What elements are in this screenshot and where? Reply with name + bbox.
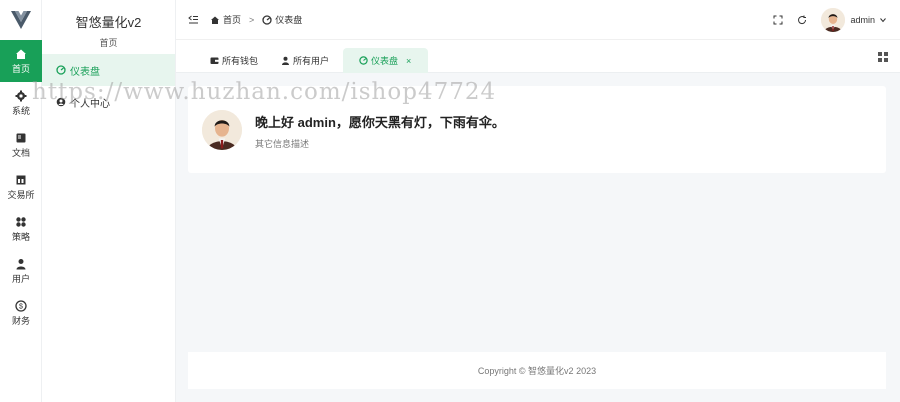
header-actions: admin	[773, 0, 886, 40]
tabs-bar: 所有钱包 所有用户 仪表盘 ×	[176, 40, 900, 73]
submenu-item-profile[interactable]: 个人中心	[42, 86, 175, 118]
user-circle-icon	[56, 97, 66, 107]
avatar	[202, 110, 242, 150]
rail-item-label: 财务	[11, 315, 30, 326]
rail-item-home[interactable]: 首页	[0, 40, 42, 82]
tab-close-icon[interactable]: ×	[406, 56, 411, 66]
welcome-card: 晚上好 admin，愿你天黑有灯，下雨有伞。 其它信息描述	[188, 86, 886, 173]
building-icon	[16, 175, 26, 184]
submenu-item-label: 仪表盘	[70, 66, 100, 78]
tab-label: 仪表盘	[371, 56, 399, 66]
top-header: 首页 > 仪表盘 admin	[176, 0, 900, 40]
rail-item-label: 用户	[11, 273, 30, 284]
rail-item-system[interactable]: 系统	[0, 82, 42, 124]
copyright-text: Copyright © 智悠量化v2 2023	[477, 366, 597, 376]
dashboard-icon	[262, 14, 272, 25]
page-footer: Copyright © 智悠量化v2 2023	[188, 352, 886, 389]
breadcrumb-separator: >	[249, 14, 255, 25]
book-icon	[16, 133, 26, 142]
icon-rail: 首页 系统 文档 交易所 策略 用户 $ 财务	[0, 0, 42, 402]
dashboard-icon	[359, 56, 368, 65]
rail-item-exchange[interactable]: 交易所	[0, 166, 42, 208]
submenu-item-dashboard[interactable]: 仪表盘	[42, 54, 175, 86]
user-icon	[282, 56, 289, 65]
tab-dashboard[interactable]: 仪表盘 ×	[343, 48, 428, 73]
user-icon	[16, 258, 26, 269]
vue-logo-icon	[11, 11, 31, 29]
rail-item-label: 文档	[11, 147, 30, 158]
user-dropdown[interactable]: admin	[821, 8, 886, 32]
menu-fold-icon[interactable]	[188, 15, 198, 25]
greeting-text: 晚上好 admin，愿你天黑有灯，下雨有伞。	[255, 115, 505, 130]
rail-item-label: 策略	[11, 231, 30, 242]
rail-item-users[interactable]: 用户	[0, 250, 42, 292]
rail-item-label: 首页	[11, 63, 30, 74]
home-icon	[211, 16, 219, 24]
apps-icon	[16, 216, 26, 227]
breadcrumb-item-dashboard[interactable]: 仪表盘	[275, 13, 302, 26]
gear-icon	[15, 90, 27, 101]
refresh-icon[interactable]	[797, 15, 807, 25]
user-avatar-icon	[821, 8, 846, 32]
description-text: 其它信息描述	[255, 139, 310, 149]
dollar-icon: $	[15, 299, 27, 312]
menu-section-title: 首页	[99, 38, 118, 48]
rail-item-finance[interactable]: $ 财务	[0, 292, 42, 334]
app-title: 智悠量化v2	[75, 15, 142, 30]
home-icon	[16, 49, 26, 59]
submenu-item-label: 个人中心	[70, 98, 110, 110]
dashboard-icon	[56, 65, 66, 75]
username: admin	[850, 15, 875, 25]
fullscreen-icon[interactable]	[773, 15, 783, 25]
breadcrumb-item-home[interactable]: 首页	[223, 13, 241, 26]
tab-label: 所有用户	[293, 56, 330, 66]
rail-item-label: 系统	[11, 105, 30, 116]
tabs-menu-icon[interactable]	[878, 52, 888, 62]
tab-wallets[interactable]: 所有钱包	[206, 48, 262, 73]
chevron-down-icon	[880, 18, 886, 23]
rail-item-docs[interactable]: 文档	[0, 124, 42, 166]
breadcrumb: 首页 > 仪表盘	[210, 13, 302, 26]
wallet-icon	[210, 57, 219, 64]
secondary-menu: 智悠量化v2 首页 仪表盘 个人中心	[42, 0, 176, 402]
user-avatar-icon	[202, 110, 242, 150]
tab-users[interactable]: 所有用户	[277, 48, 333, 73]
avatar	[821, 8, 846, 32]
rail-item-strategy[interactable]: 策略	[0, 208, 42, 250]
logo[interactable]	[0, 0, 42, 40]
rail-item-label: 交易所	[7, 189, 35, 200]
tab-label: 所有钱包	[222, 56, 259, 66]
svg-text:$: $	[19, 303, 23, 310]
